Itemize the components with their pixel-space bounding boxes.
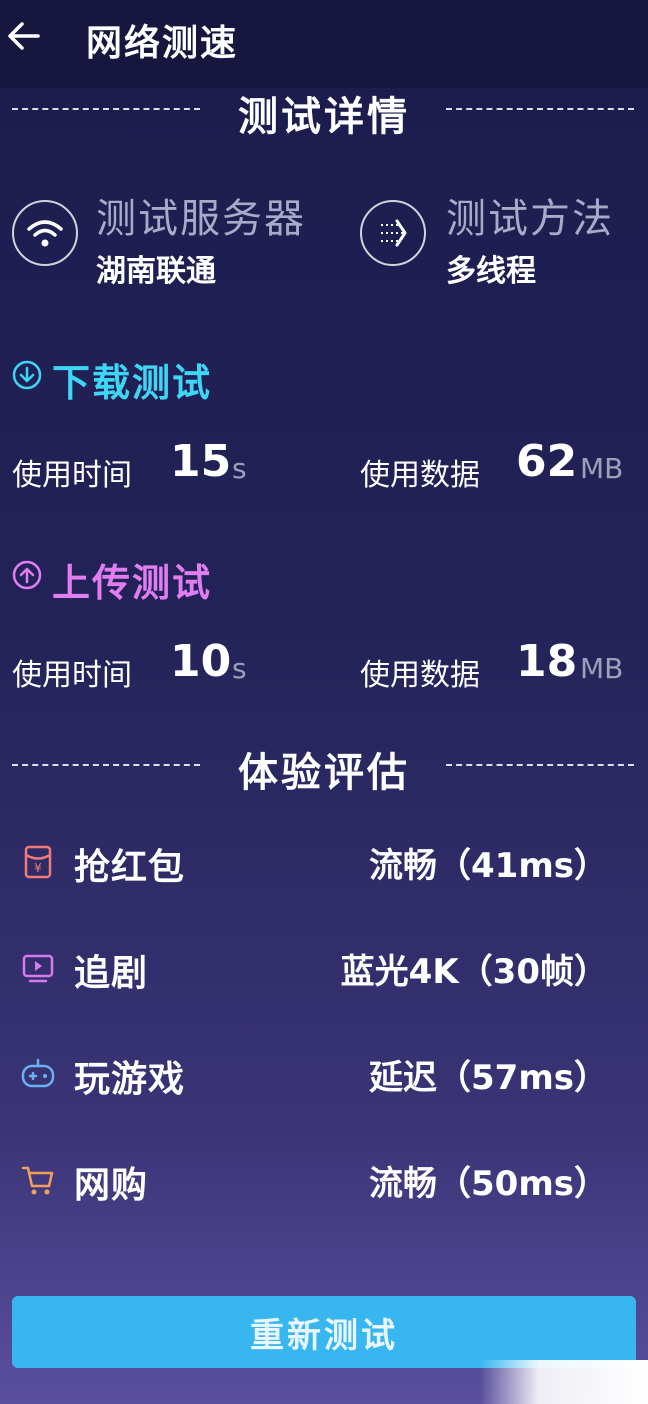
upload-data-label: 使用数据 — [360, 658, 480, 693]
download-time-label: 使用时间 — [12, 458, 132, 493]
experience-section-header: 体验评估 — [0, 734, 648, 796]
wifi-icon — [12, 200, 78, 266]
upload-circle-icon — [12, 560, 42, 590]
experience-value: 蓝光4K（30帧） — [340, 952, 608, 992]
upload-test-title: 上传测试 — [52, 561, 213, 605]
experience-label: 追剧 — [74, 953, 149, 994]
download-time-value: 15 — [170, 436, 232, 487]
download-data-value: 62 — [516, 436, 578, 487]
details-section-title: 测试详情 — [238, 94, 410, 140]
divider-right — [446, 764, 634, 766]
tv-icon — [22, 954, 54, 983]
back-button[interactable] — [6, 18, 42, 54]
arrow-left-icon — [8, 22, 40, 50]
cart-icon — [21, 1166, 54, 1195]
experience-section-title: 体验评估 — [238, 750, 410, 796]
divider-right — [446, 108, 634, 110]
upload-data-value: 18 — [516, 636, 578, 687]
upload-stats-row: 使用时间 10 s 使用数据 18 MB — [0, 636, 648, 696]
watermark-overlay — [480, 1360, 648, 1404]
experience-label: 抢红包 — [74, 847, 186, 888]
experience-label: 网购 — [74, 1165, 149, 1206]
download-data-unit: MB — [580, 452, 624, 485]
experience-row-tv: 追剧 蓝光4K（30帧） — [0, 938, 648, 998]
experience-row-shopping: 网购 流畅（50ms） — [0, 1150, 648, 1210]
red-envelope-icon: ¥ — [24, 845, 52, 879]
download-data-label: 使用数据 — [360, 458, 480, 493]
method-value: 多线程 — [446, 254, 536, 289]
experience-value: 流畅（50ms） — [369, 1164, 608, 1204]
retest-button[interactable]: 重新测试 — [12, 1296, 636, 1368]
gamepad-icon — [21, 1058, 55, 1088]
svg-text:¥: ¥ — [34, 861, 42, 875]
experience-value: 流畅（41ms） — [369, 846, 608, 886]
upload-time-unit: s — [232, 652, 247, 685]
server-label: 测试服务器 — [96, 196, 306, 242]
page-title: 网络测速 — [86, 23, 239, 64]
download-circle-icon — [12, 360, 42, 390]
top-bar: 网络测速 — [0, 0, 648, 88]
upload-data-unit: MB — [580, 652, 624, 685]
multi-thread-icon — [360, 200, 426, 266]
details-section-header: 测试详情 — [0, 78, 648, 140]
download-test-title: 下载测试 — [52, 361, 213, 405]
server-value: 湖南联通 — [96, 254, 216, 289]
experience-row-game: 玩游戏 延迟（57ms） — [0, 1044, 648, 1104]
experience-value: 延迟（57ms） — [369, 1058, 608, 1098]
download-stats-row: 使用时间 15 s 使用数据 62 MB — [0, 436, 648, 496]
experience-row-red-envelope: ¥ 抢红包 流畅（41ms） — [0, 832, 648, 892]
method-label: 测试方法 — [446, 196, 614, 242]
upload-time-value: 10 — [170, 636, 232, 687]
upload-time-label: 使用时间 — [12, 658, 132, 693]
experience-label: 玩游戏 — [74, 1059, 186, 1100]
download-time-unit: s — [232, 452, 247, 485]
